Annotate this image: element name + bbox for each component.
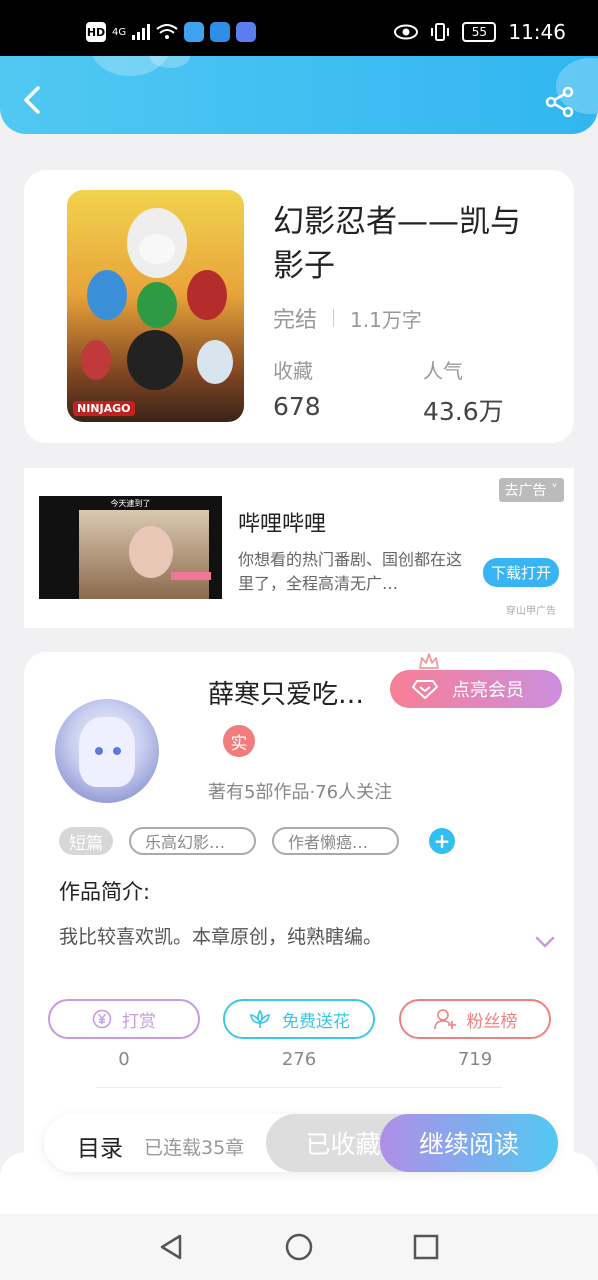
favorites-value: 678	[273, 392, 321, 421]
flower-icon	[250, 1009, 270, 1028]
vip-button-label: 点亮会员	[452, 680, 524, 701]
cover-logo: NINJAGO	[73, 401, 135, 416]
clock: 11:46	[508, 20, 566, 44]
share-icon[interactable]	[542, 84, 578, 120]
search-app-icon	[210, 22, 231, 42]
ad-title: 哔哩哔哩	[238, 512, 327, 537]
bottom-action-bar: 目录 已连载35章 已收藏 继续阅读	[44, 1114, 558, 1172]
send-flower-button[interactable]: 免费送花	[223, 999, 375, 1039]
nav-recents-icon[interactable]	[411, 1232, 441, 1262]
ad-source: 穿山甲广告	[506, 606, 556, 617]
popularity-value: 43.6万	[423, 397, 504, 426]
wifi-icon	[156, 24, 178, 39]
add-tag-button[interactable]: +	[429, 828, 455, 854]
ad-face	[129, 526, 173, 578]
flower-count: 276	[281, 1049, 317, 1070]
cover-figure	[197, 340, 233, 384]
back-arrow-icon[interactable]	[16, 82, 52, 118]
ad-thumb-caption: 今天逮到了	[110, 499, 151, 508]
page-header	[0, 56, 598, 134]
fan-ranking-label: 粉丝榜	[466, 1011, 518, 1032]
card-divider	[96, 1087, 502, 1088]
author-avatar[interactable]	[55, 699, 159, 803]
book-status-row: 完结 1.1万字	[273, 302, 422, 334]
author-meta: 著有5部作品·76人关注	[208, 782, 393, 803]
fan-user-icon	[433, 1009, 456, 1030]
send-flower-label: 免费送花	[282, 1011, 350, 1032]
chevron-down-icon[interactable]	[534, 934, 556, 950]
avatar-eye	[113, 747, 121, 755]
ad-banner[interactable]: 今天逮到了 哔哩哔哩 你想看的热门番剧、国创都在这里了，全程高清无广… 去广告 …	[24, 468, 574, 628]
avatar-hair	[79, 717, 135, 787]
status-bar: HD 4G 55 11:46	[0, 0, 598, 56]
favorites-label: 收藏	[273, 359, 313, 383]
tip-button-label: 打赏	[122, 1011, 156, 1032]
tip-count: 0	[118, 1049, 130, 1070]
remove-ad-button[interactable]: 去广告 ˅	[498, 478, 564, 502]
word-count: 1.1万字	[350, 307, 422, 332]
vibrate-icon	[431, 23, 450, 41]
fan-count: 719	[457, 1049, 493, 1070]
nav-back-icon[interactable]	[156, 1232, 186, 1262]
cover-figure	[127, 330, 183, 390]
continue-reading-button[interactable]: 继续阅读	[380, 1114, 558, 1172]
music-app-icon	[236, 22, 257, 42]
cover-figure	[81, 340, 111, 380]
avatar-eye	[95, 747, 103, 755]
genre-tag[interactable]: 短篇	[59, 827, 113, 855]
tip-button[interactable]: 打赏	[48, 999, 200, 1039]
diamond-icon	[412, 680, 438, 699]
intro-text: 我比较喜欢凯。本章原创，纯熟瞎编。	[59, 926, 383, 948]
cover-figure	[187, 270, 227, 320]
ad-download-button[interactable]: 下载打开	[482, 558, 559, 587]
intro-label: 作品简介:	[59, 880, 151, 904]
system-nav-bar	[0, 1214, 598, 1280]
status-divider	[333, 309, 335, 327]
eye-icon	[394, 24, 419, 40]
book-cover[interactable]: NINJAGO	[67, 190, 244, 422]
ad-description: 你想看的热门番剧、国创都在这里了，全程高清无广…	[238, 550, 463, 593]
tag-row: 短篇 乐高幻影… 作者懒癌… +	[59, 827, 455, 855]
app-icon-blue	[184, 22, 205, 42]
cover-figure	[137, 282, 177, 328]
author-name[interactable]: 薛寒只爱吃…	[208, 674, 364, 711]
yen-coin-icon	[92, 1009, 112, 1029]
ad-thumbnail[interactable]: 今天逮到了	[39, 496, 222, 599]
vip-button[interactable]: 点亮会员	[390, 670, 562, 708]
book-title: 幻影忍者——凯与影子	[273, 204, 521, 284]
signal-icon	[132, 24, 151, 40]
book-info-card: NINJAGO 幻影忍者——凯与影子 完结 1.1万字 收藏 678 人气 43…	[24, 170, 574, 443]
cover-figure	[139, 234, 175, 264]
tag-item[interactable]: 作者懒癌…	[272, 827, 399, 855]
table-of-contents-button[interactable]: 目录	[77, 1129, 123, 1163]
ad-progress-bar	[171, 572, 211, 580]
nav-home-icon[interactable]	[284, 1232, 314, 1262]
popularity-label: 人气	[423, 359, 463, 383]
chapter-count: 已连载35章	[144, 1137, 245, 1159]
tag-item[interactable]: 乐高幻影…	[129, 827, 256, 855]
fan-ranking-button[interactable]: 粉丝榜	[399, 999, 551, 1039]
battery-indicator: 55	[462, 22, 497, 42]
verified-badge: 实	[223, 725, 255, 757]
crown-icon	[419, 653, 439, 669]
network-label: 4G	[112, 26, 127, 38]
hd-icon: HD	[86, 22, 106, 42]
cover-figure	[87, 270, 127, 320]
completion-status: 完结	[273, 308, 318, 333]
